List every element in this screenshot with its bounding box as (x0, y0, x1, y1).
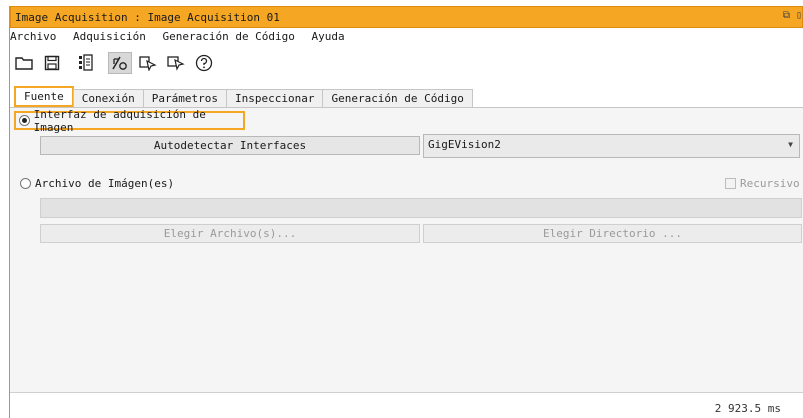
toolbar (12, 50, 220, 76)
choose-files-button[interactable]: Elegir Archivo(s)... (40, 224, 420, 243)
tab-parametros[interactable]: Parámetros (142, 89, 227, 107)
recursive-label: Recursivo (740, 177, 800, 190)
file-radio-button[interactable] (20, 178, 31, 189)
tab-generacion-codigo[interactable]: Generación de Código (322, 89, 473, 107)
menu-adquisicion[interactable]: Adquisición (73, 30, 146, 43)
open-folder-icon[interactable] (12, 52, 36, 74)
snap-icon[interactable] (136, 52, 160, 74)
choose-directory-button[interactable]: Elegir Directorio ... (423, 224, 802, 243)
tab-bar: Fuente Conexión Parámetros Inspeccionar … (14, 86, 473, 108)
autodetect-interfaces-button[interactable]: Autodetectar Interfaces (40, 136, 420, 155)
interface-select-value: GigEVision2 (428, 138, 501, 151)
chevron-down-icon[interactable]: ▼ (788, 140, 793, 149)
help-icon[interactable] (192, 52, 216, 74)
tab-fuente[interactable]: Fuente (14, 86, 74, 107)
title-bar[interactable]: Image Acquisition : Image Acquisition 01… (10, 6, 803, 28)
recursive-checkbox-box[interactable] (725, 178, 736, 189)
image-acquisition-icon[interactable] (74, 52, 98, 74)
menu-archivo[interactable]: Archivo (10, 30, 56, 43)
file-radio-label: Archivo de Imágen(es) (35, 177, 175, 190)
file-radio[interactable]: Archivo de Imágen(es) (20, 177, 174, 190)
interface-radio-label: Interfaz de adquisición de Imagen (33, 107, 206, 134)
live-icon[interactable] (164, 52, 188, 74)
tab-conexion[interactable]: Conexión (72, 89, 144, 107)
interface-select[interactable]: GigEVision2 ▼ (423, 134, 800, 158)
window-controls[interactable]: ⧉ ▯ (783, 10, 802, 21)
interface-radio-button[interactable] (19, 115, 30, 126)
tab-inspeccionar[interactable]: Inspeccionar (225, 89, 324, 107)
recursive-checkbox[interactable]: Recursivo (725, 177, 800, 190)
save-icon[interactable] (40, 52, 64, 74)
menu-generacion-codigo[interactable]: Generación de Código (162, 30, 294, 43)
window-title: Image Acquisition : Image Acquisition 01 (15, 11, 280, 24)
toggle-connect-icon[interactable] (108, 52, 132, 74)
interface-radio[interactable]: Interfaz de adquisición de Imagen (14, 108, 245, 134)
menu-ayuda[interactable]: Ayuda (312, 30, 345, 43)
file-path-field[interactable] (40, 198, 802, 218)
menu-bar: Archivo Adquisición Generación de Código… (10, 30, 355, 48)
status-time: 2 923.5 ms (714, 402, 781, 415)
status-divider (10, 392, 803, 393)
